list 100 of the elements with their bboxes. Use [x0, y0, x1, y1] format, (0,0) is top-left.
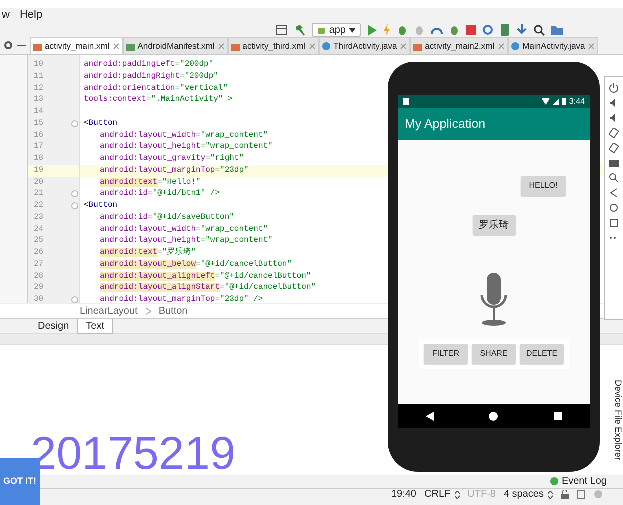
code-line: android:paddingLeft="200dp" — [84, 60, 214, 69]
close-icon[interactable] — [308, 42, 316, 50]
tool-window-tab[interactable]: Device File Explorer — [611, 380, 623, 461]
line-separator-selector[interactable]: CRLF — [424, 487, 460, 502]
indent-selector[interactable]: 4 spaces — [504, 487, 553, 502]
hello-button[interactable]: HELLO! — [521, 176, 566, 196]
line-number: 14 — [33, 106, 44, 118]
line-number: 18 — [33, 153, 44, 165]
line-number: 21 — [33, 188, 44, 200]
line-number: 15 — [33, 118, 44, 130]
sd-card-icon — [403, 98, 409, 105]
line-number: 28 — [33, 270, 44, 282]
file-icon — [413, 42, 422, 50]
editor-tab[interactable]: Text — [77, 319, 114, 334]
line-number: 23 — [33, 212, 44, 224]
class-icon — [510, 42, 520, 50]
file-tab[interactable]: activity_main.xml — [30, 37, 123, 54]
code-line: <Button — [84, 201, 118, 210]
file-tab[interactable]: ThirdActivity.java — [318, 37, 410, 54]
lock-icon[interactable] — [561, 490, 569, 499]
close-icon[interactable] — [588, 42, 596, 50]
line-number: 16 — [33, 130, 44, 142]
home-icon[interactable] — [489, 412, 498, 420]
updown-icon — [454, 490, 460, 498]
updown-icon — [548, 490, 553, 498]
line-number: 27 — [33, 258, 44, 270]
code-line: android:id="@+id/saveButton" — [100, 212, 234, 222]
signal-icon — [553, 98, 560, 104]
breadcrumb-item[interactable]: Button — [158, 304, 188, 318]
code-line: android:layout_width="wrap_content" — [100, 224, 268, 234]
file-tab[interactable]: AndroidManifest.xml — [122, 37, 228, 54]
zoom-icon[interactable] — [609, 173, 619, 183]
line-number: 26 — [33, 247, 44, 259]
download-icon[interactable] — [516, 24, 528, 36]
line-number: 17 — [33, 141, 44, 153]
folder-icon[interactable] — [551, 25, 563, 35]
inspector-icon[interactable] — [577, 490, 586, 499]
line-number: 13 — [33, 94, 44, 106]
close-icon[interactable] — [498, 42, 505, 50]
search-icon[interactable] — [534, 24, 545, 36]
code-line: android:layout_height="wrap_content" — [100, 236, 273, 246]
code-line: android:layout_marginTop="23dp" — [100, 166, 249, 175]
code-line: android:id="@+id/btn1" /> — [100, 189, 220, 198]
file-tab[interactable]: MainActivity.java — [508, 37, 598, 54]
code-line: android:text="Hello!" — [100, 178, 201, 186]
line-number: 20 — [33, 176, 44, 188]
file-icon — [230, 42, 240, 50]
file-icon — [126, 42, 135, 50]
editor-tab[interactable]: Design — [30, 319, 78, 334]
status-clock: 3:44 — [569, 96, 585, 108]
action-button[interactable]: DELETE — [520, 344, 564, 364]
file-tab[interactable]: activity_main2.xml — [410, 37, 508, 54]
event-log-button[interactable]: Event Log — [562, 474, 607, 489]
code-line: android:layout_width="wrap_content" — [100, 130, 268, 140]
line-number: 19 — [33, 164, 44, 176]
action-button[interactable]: SHARE — [472, 344, 516, 364]
caret-position[interactable]: 19:40 — [391, 487, 416, 502]
play-icon[interactable] — [367, 24, 377, 36]
close-icon[interactable] — [400, 42, 408, 50]
code-line: android:layout_height="wrap_content" — [100, 142, 273, 152]
gauge-icon[interactable] — [431, 25, 443, 35]
home-icon[interactable] — [609, 203, 619, 213]
close-icon[interactable] — [112, 42, 120, 50]
overview-icon[interactable] — [609, 218, 619, 228]
wifi-icon — [542, 98, 550, 105]
line-number: 11 — [33, 70, 44, 82]
overview-icon[interactable] — [554, 412, 562, 420]
line-number: 22 — [33, 200, 44, 212]
code-line: android:orientation="vertical" — [84, 84, 228, 92]
action-button[interactable]: FILTER — [424, 344, 468, 364]
event-log-icon[interactable] — [550, 477, 559, 486]
power-icon[interactable] — [609, 83, 619, 93]
back-icon[interactable] — [426, 412, 434, 420]
breadcrumb-item[interactable]: LinearLayout — [80, 304, 138, 318]
line-number: 24 — [33, 224, 44, 236]
battery-icon — [562, 98, 566, 105]
caret-icon — [349, 28, 356, 32]
device-icon[interactable] — [500, 24, 510, 36]
line-number: 10 — [33, 59, 44, 71]
microphone-icon — [479, 273, 509, 327]
chevron-icon — [146, 308, 151, 314]
run-config-dropdown[interactable]: app — [312, 23, 361, 37]
sync-icon[interactable] — [482, 24, 494, 36]
layout-icon[interactable] — [276, 24, 288, 36]
close-icon[interactable] — [218, 42, 225, 50]
settings-icon[interactable] — [4, 41, 13, 50]
menu-item[interactable]: w — [2, 6, 10, 24]
code-line: android:layout_alignStart="@+id/cancelButton" — [100, 283, 316, 292]
camera-icon[interactable] — [609, 158, 619, 168]
back-icon[interactable] — [609, 188, 619, 198]
code-line: <Button — [84, 118, 118, 128]
encoding-label: UTF-8 — [468, 488, 496, 502]
got-it-button[interactable]: GOT IT! — [0, 458, 40, 505]
line-number: 12 — [33, 82, 44, 94]
line-number: 30 — [33, 294, 44, 306]
name-button[interactable]: 罗乐琦 — [472, 215, 516, 235]
file-tab[interactable]: activity_third.xml — [228, 37, 319, 54]
menu-item[interactable]: Help — [20, 6, 43, 24]
hammer-icon[interactable] — [294, 24, 306, 36]
code-line: android:paddingRight="200dp" — [84, 72, 218, 81]
